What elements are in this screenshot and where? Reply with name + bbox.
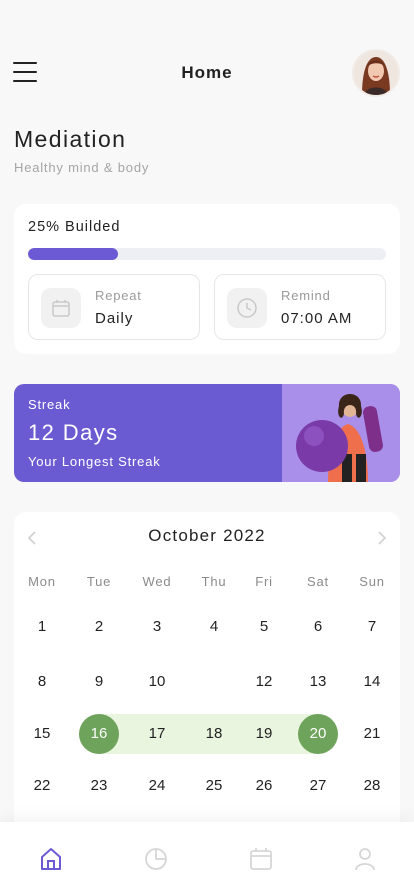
calendar-day[interactable]: 14 <box>347 662 397 702</box>
calendar-day-selected-start[interactable]: 16 <box>74 714 124 754</box>
clock-icon <box>227 288 267 328</box>
calendar-day[interactable]: 26 <box>239 766 289 806</box>
weekday-label: Fri <box>255 574 273 589</box>
calendar-day[interactable]: 28 <box>347 766 397 806</box>
weekday-label: Tue <box>86 574 112 589</box>
home-icon[interactable] <box>39 846 63 872</box>
section-subtitle: Healthy mind & body <box>14 160 150 175</box>
calendar-icon <box>41 288 81 328</box>
streak-value: 12 Days <box>28 420 119 445</box>
weekday-label: Sat <box>307 574 329 589</box>
profile-icon[interactable] <box>353 846 377 872</box>
calendar-day[interactable]: 1 <box>17 607 67 647</box>
calendar-day[interactable]: 27 <box>293 766 343 806</box>
calendar-day[interactable]: 23 <box>74 766 124 806</box>
calendar-day[interactable]: 8 <box>17 662 67 702</box>
repeat-value: Daily <box>95 310 134 327</box>
chevron-right-icon[interactable] <box>372 528 392 548</box>
calendar-card: October 2022 Mon Tue Wed Thu Fri Sat Sun… <box>14 512 400 842</box>
weekday-label: Sun <box>359 574 385 589</box>
calendar-day[interactable]: 12 <box>239 662 289 702</box>
calendar-day-number: 20 <box>309 725 327 742</box>
user-avatar-photo <box>354 51 398 95</box>
calendar-day[interactable]: 7 <box>347 607 397 647</box>
calendar-day[interactable]: 4 <box>189 607 239 647</box>
calendar-day[interactable]: 15 <box>17 714 67 754</box>
calendar-day[interactable]: 24 <box>132 766 182 806</box>
calendar-day[interactable]: 13 <box>293 662 343 702</box>
avatar[interactable] <box>352 49 400 97</box>
calendar-day[interactable] <box>189 662 239 702</box>
progress-bar-fill <box>28 248 118 260</box>
calendar-day[interactable]: 2 <box>74 607 124 647</box>
streak-label: Streak <box>28 397 71 412</box>
calendar-day[interactable]: 3 <box>132 607 182 647</box>
section-title: Mediation <box>14 126 127 152</box>
remind-setting[interactable]: Remind 07:00 AM <box>214 274 386 340</box>
calendar-day[interactable]: 21 <box>347 714 397 754</box>
calendar-day-selected-end[interactable]: 20 <box>293 714 343 754</box>
calendar-day[interactable]: 6 <box>293 607 343 647</box>
calendar-day-in-range[interactable]: 17 <box>132 714 182 754</box>
calendar-day[interactable]: 5 <box>239 607 289 647</box>
weekday-label: Thu <box>201 574 227 589</box>
calendar-day-number: 16 <box>90 725 108 742</box>
calendar-day-in-range[interactable]: 19 <box>239 714 289 754</box>
progress-label: 25% Builded <box>28 219 121 235</box>
calendar-day[interactable]: 25 <box>189 766 239 806</box>
remind-value: 07:00 AM <box>281 310 353 327</box>
remind-label: Remind <box>281 288 331 303</box>
bottom-nav <box>0 822 414 896</box>
repeat-label: Repeat <box>95 288 142 303</box>
progress-card: 25% Builded Repeat Daily Remind 07:00 AM <box>14 204 400 354</box>
streak-subtitle: Your Longest Streak <box>28 454 161 469</box>
calendar-day-in-range[interactable]: 18 <box>189 714 239 754</box>
progress-bar <box>28 248 386 260</box>
calendar-day[interactable]: 22 <box>17 766 67 806</box>
top-bar: Home <box>0 44 414 100</box>
weekday-label: Wed <box>142 574 172 589</box>
streak-card[interactable]: Streak 12 Days Your Longest Streak <box>14 384 400 482</box>
calendar-month: October 2022 <box>148 526 266 545</box>
repeat-setting[interactable]: Repeat Daily <box>28 274 200 340</box>
pie-chart-icon[interactable] <box>144 846 168 872</box>
calendar-icon[interactable] <box>249 846 273 872</box>
fitness-woman-image <box>282 384 400 482</box>
calendar-day[interactable]: 9 <box>74 662 124 702</box>
weekday-label: Mon <box>28 574 56 589</box>
calendar-day[interactable]: 10 <box>132 662 182 702</box>
